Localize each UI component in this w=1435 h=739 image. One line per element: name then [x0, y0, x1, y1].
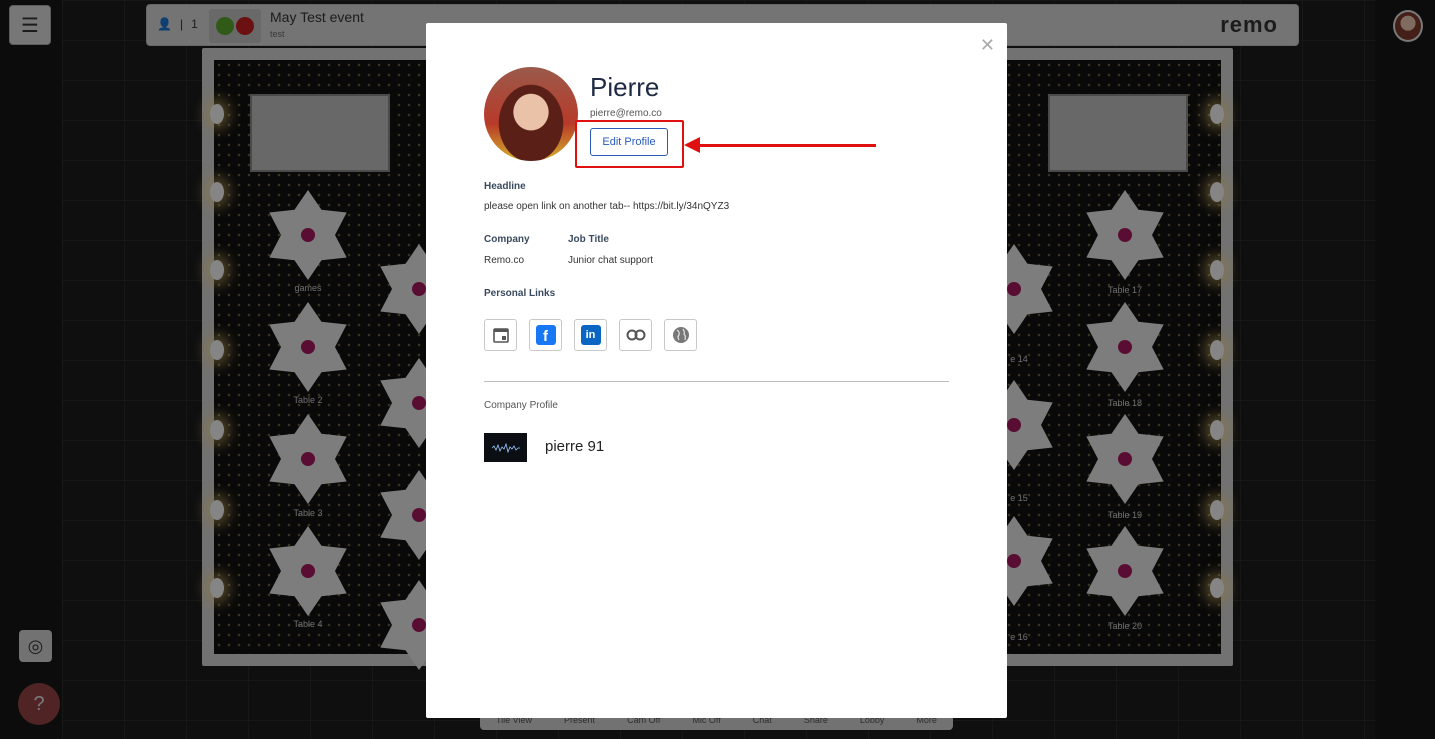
- job-title-label: Job Title: [568, 234, 609, 245]
- profile-email: pierre@remo.co: [590, 108, 662, 119]
- annotation-arrow-line: [698, 144, 876, 147]
- headline-label: Headline: [484, 181, 526, 192]
- website-link-button[interactable]: [664, 319, 697, 351]
- globe-icon: [672, 327, 689, 343]
- company-profile-label: Company Profile: [484, 400, 558, 411]
- personal-links: f in: [484, 319, 697, 351]
- calendar-link-button[interactable]: [484, 319, 517, 351]
- job-title-value: Junior chat support: [568, 255, 654, 266]
- facebook-link-button[interactable]: f: [529, 319, 562, 351]
- company-profile-name[interactable]: pierre 91: [545, 438, 604, 455]
- close-icon[interactable]: ✕: [980, 35, 995, 56]
- profile-avatar: [484, 67, 578, 161]
- linkedin-icon: in: [580, 325, 601, 345]
- other-link-button[interactable]: [619, 319, 652, 351]
- linkedin-link-button[interactable]: in: [574, 319, 607, 351]
- profile-name: Pierre: [590, 72, 660, 102]
- company-logo: [484, 433, 527, 462]
- company-label: Company: [484, 234, 530, 245]
- profile-modal: ✕ Pierre pierre@remo.co Edit Profile Hea…: [426, 23, 1007, 718]
- calendar-icon: [492, 328, 509, 343]
- company-value: Remo.co: [484, 255, 525, 266]
- infinity-icon: [626, 329, 645, 341]
- personal-links-label: Personal Links: [484, 288, 556, 299]
- section-divider: [484, 381, 949, 382]
- soundwave-icon: [491, 442, 520, 453]
- headline-value: please open link on another tab-- https:…: [484, 201, 730, 212]
- annotation-highlight-box: [575, 120, 684, 168]
- facebook-icon: f: [535, 325, 556, 345]
